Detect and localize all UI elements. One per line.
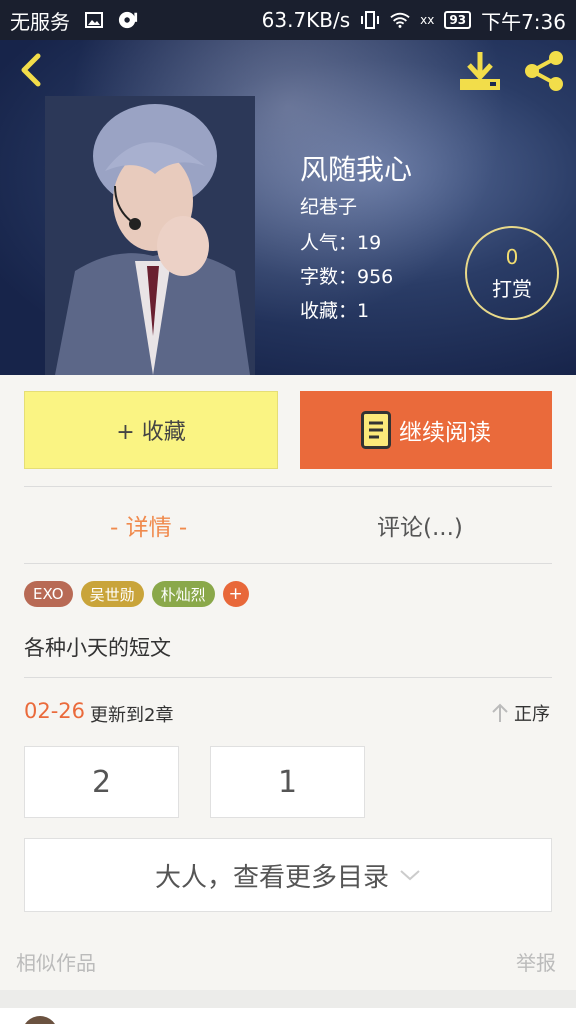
add-tag-button[interactable]: + (222, 581, 249, 607)
tag-wu-shixun[interactable]: 吴世勋 (80, 581, 144, 607)
view-more-directory-button[interactable]: 大人，查看更多目录 (24, 838, 552, 912)
download-button[interactable] (458, 50, 502, 92)
book-author[interactable]: 纪巷子 (300, 192, 357, 219)
arrow-up-icon (492, 703, 508, 722)
download-icon (460, 52, 500, 90)
chevron-down-icon (400, 870, 420, 881)
tip-label: 打赏 (492, 276, 532, 301)
carrier-label: 无服务 (10, 9, 70, 34)
update-status: 更新到2章 (90, 705, 174, 726)
music-notification-icon (118, 10, 138, 30)
clock: 下午7:36 (481, 9, 566, 34)
tab-comments[interactable]: 评论(...) (377, 508, 463, 542)
divider (24, 486, 552, 487)
no-signal-label: xx (420, 13, 435, 27)
back-button[interactable] (14, 50, 50, 90)
share-button[interactable] (522, 50, 566, 92)
similar-works-heading: 相似作品 (16, 951, 96, 975)
popularity-stat: 人气：19 (300, 232, 382, 254)
update-date: 02-26 (24, 699, 86, 723)
collect-button[interactable]: + 收藏 (24, 391, 278, 469)
report-link[interactable]: 举报 (516, 947, 556, 976)
divider (24, 677, 552, 678)
continue-reading-label: 继续阅读 (399, 420, 491, 446)
tab-details[interactable]: - 详情 - (110, 508, 187, 542)
favorites-stat: 收藏：1 (300, 300, 370, 322)
battery-icon: 93 (444, 11, 472, 29)
image-notification-icon (84, 10, 104, 30)
chevron-left-icon (21, 53, 41, 87)
sort-toggle[interactable]: 正序 (490, 700, 550, 726)
book-description: 各种小天的短文 (24, 636, 171, 660)
tip-button[interactable]: 0 打赏 (465, 226, 559, 320)
tag-park-chanyeol[interactable]: 朴灿烈 (151, 581, 215, 607)
network-speed: 63.7KB/s (261, 8, 351, 32)
similar-work-card[interactable] (0, 1008, 576, 1024)
chapter-item[interactable]: 1 (210, 746, 365, 818)
tip-count: 0 (505, 244, 519, 269)
chapter-item[interactable]: 2 (24, 746, 179, 818)
collect-button-label: + 收藏 (116, 420, 186, 445)
divider (24, 563, 552, 564)
word-count-stat: 字数：956 (300, 266, 394, 288)
sort-label: 正序 (514, 704, 550, 725)
tag-exo[interactable]: EXO (24, 581, 73, 607)
continue-reading-button[interactable]: 继续阅读 (300, 391, 552, 469)
book-icon (361, 411, 391, 449)
wifi-icon (390, 10, 410, 30)
book-cover-image[interactable] (45, 96, 255, 375)
vibrate-icon (360, 10, 380, 30)
tag-list: EXO 吴世勋 朴灿烈 + (24, 581, 249, 607)
view-more-directory-label: 大人，查看更多目录 (154, 862, 389, 893)
book-header: 风随我心 纪巷子 人气：19 字数：956 收藏：1 0 打赏 (0, 40, 576, 375)
status-bar: 无服务 63.7KB/s xx 93 下午7:36 (0, 0, 576, 40)
book-title: 风随我心 (300, 153, 413, 186)
share-icon (525, 51, 563, 91)
